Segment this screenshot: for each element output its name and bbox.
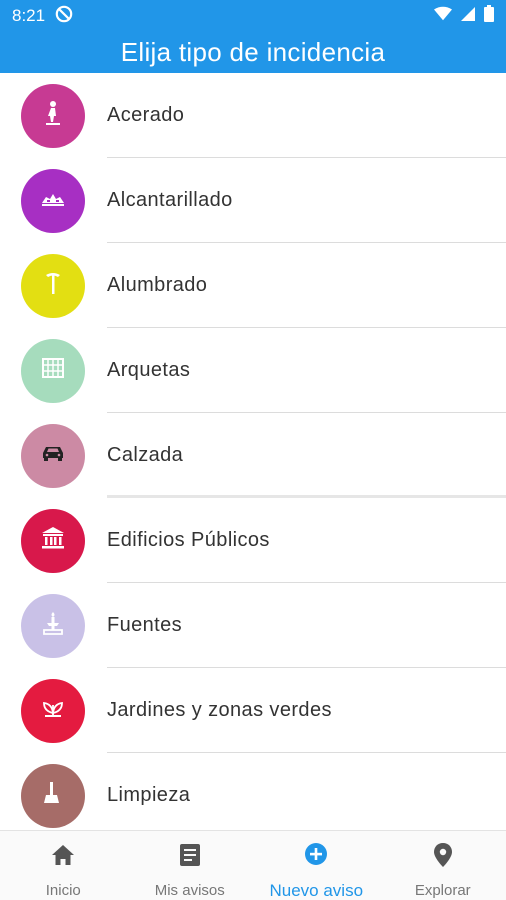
car-icon: [38, 438, 68, 473]
pedestrian-icon: [38, 98, 68, 133]
item-label: Fuentes: [107, 614, 183, 636]
bottom-navigation: Inicio Mis avisos Nuevo aviso Explorar: [0, 830, 506, 900]
list-item-arquetas[interactable]: Arquetas: [0, 328, 506, 413]
home-icon: [49, 841, 77, 874]
item-circle: [21, 253, 85, 318]
item-circle: [21, 168, 85, 233]
list-item-alcantarillado[interactable]: Alcantarillado: [0, 158, 506, 243]
nav-label: Nuevo aviso: [269, 881, 364, 900]
nav-mis-avisos[interactable]: Mis avisos: [127, 831, 254, 900]
list-item-edificios-publicos[interactable]: Edificios Públicos: [0, 498, 506, 583]
list-item-jardines[interactable]: Jardines y zonas verdes: [0, 668, 506, 753]
battery-icon: [484, 5, 494, 27]
document-icon: [176, 841, 204, 874]
item-circle: [21, 593, 85, 658]
sewer-icon: [38, 183, 68, 218]
list-item-alumbrado[interactable]: Alumbrado: [0, 243, 506, 328]
item-circle: [21, 338, 85, 403]
item-label: Alumbrado: [107, 274, 208, 296]
incident-type-list: Acerado Alcantarillado Alumbrado Arqueta…: [0, 73, 506, 830]
item-label: Edificios Públicos: [107, 529, 270, 551]
dnd-icon: [55, 5, 73, 28]
streetlight-icon: [38, 268, 68, 303]
nav-label: Inicio: [45, 882, 81, 899]
nav-inicio[interactable]: Inicio: [0, 831, 127, 900]
nav-label: Explorar: [414, 882, 471, 899]
nav-nuevo-aviso[interactable]: Nuevo aviso: [253, 831, 380, 900]
status-time: 8:21: [12, 6, 46, 25]
location-pin-icon: [429, 841, 457, 874]
app-bar: 8:21 Elija tipo de incidencia: [0, 0, 506, 73]
item-circle: [21, 678, 85, 743]
item-circle: [21, 423, 85, 488]
item-circle: [21, 508, 85, 573]
list-item-acerado[interactable]: Acerado: [0, 73, 506, 158]
item-label: Alcantarillado: [107, 189, 233, 211]
item-label: Calzada: [107, 444, 184, 466]
wifi-icon: [434, 6, 452, 27]
signal-icon: [460, 6, 476, 27]
broom-icon: [38, 778, 68, 813]
page-title: Elija tipo de incidencia: [120, 37, 386, 67]
public-building-icon: [38, 523, 68, 558]
item-label: Arquetas: [107, 359, 191, 381]
status-bar: 8:21: [0, 0, 506, 32]
item-circle: [21, 83, 85, 148]
add-circle-icon: [302, 841, 330, 874]
plant-icon: [38, 693, 68, 728]
item-label: Limpieza: [107, 784, 191, 806]
nav-label: Mis avisos: [154, 882, 225, 899]
item-circle: [21, 763, 85, 828]
nav-explorar[interactable]: Explorar: [380, 831, 506, 900]
fountain-icon: [38, 608, 68, 643]
manhole-grid-icon: [38, 353, 68, 388]
list-item-limpieza[interactable]: Limpieza: [0, 753, 506, 830]
list-item-fuentes[interactable]: Fuentes: [0, 583, 506, 668]
item-label: Jardines y zonas verdes: [107, 699, 332, 721]
list-item-calzada[interactable]: Calzada: [0, 413, 506, 498]
item-label: Acerado: [107, 104, 185, 126]
